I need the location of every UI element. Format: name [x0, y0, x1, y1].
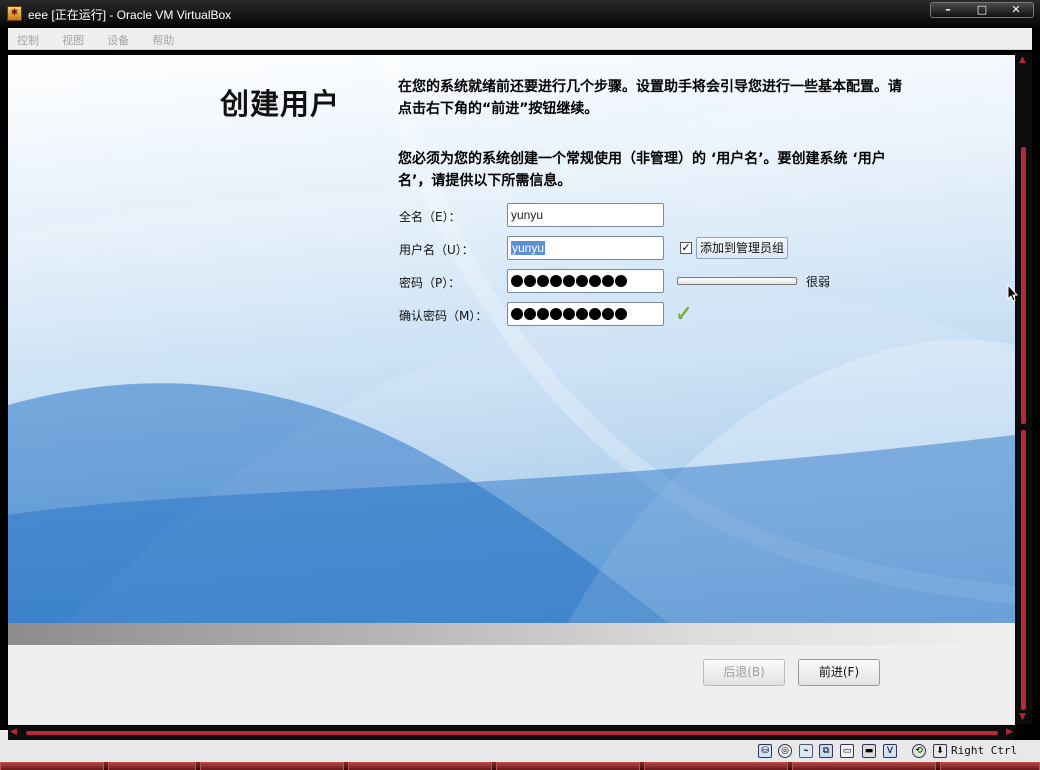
taskbar-item[interactable]: [108, 762, 196, 770]
taskbar-item[interactable]: [644, 762, 788, 770]
confirm-password-mask: [511, 308, 628, 320]
title-bar: ✱ eee [正在运行] - Oracle VM VirtualBox – □ …: [0, 0, 1040, 28]
host-taskbar: [0, 762, 1040, 770]
confirm-password-dot: [615, 308, 627, 320]
window-controls: – □ ✕: [930, 2, 1034, 18]
fullname-field[interactable]: yunyu: [507, 203, 664, 227]
password-strength-bar: [677, 277, 797, 285]
confirm-password-field[interactable]: [507, 302, 664, 326]
harddisk-icon[interactable]: ⛁: [758, 744, 772, 758]
fullname-label: 全名（E）：: [399, 210, 461, 224]
menu-control[interactable]: 控制: [17, 32, 39, 48]
page-title: 创建用户: [220, 87, 341, 121]
password-dot: [550, 275, 562, 287]
scroll-right-icon[interactable]: ▶: [1006, 727, 1013, 737]
minimize-icon[interactable]: –: [931, 3, 965, 17]
forward-button[interactable]: 前进(F): [798, 659, 880, 686]
confirm-password-dot: [524, 308, 536, 320]
host-key-label: Right Ctrl: [951, 744, 1018, 757]
horizontal-scroll-thumb[interactable]: [26, 731, 998, 735]
scroll-left-icon[interactable]: ◀: [10, 727, 17, 737]
password-match-check-icon: ✓: [675, 301, 693, 325]
taskbar-item[interactable]: [940, 762, 1040, 770]
shared-folder-icon[interactable]: ▭: [840, 744, 854, 758]
wizard-button-area: 后退(B) 前进(F): [8, 645, 1015, 725]
scroll-down-icon[interactable]: ▼: [1019, 712, 1026, 722]
password-dot: [576, 275, 588, 287]
admin-group-label[interactable]: 添加到管理员组: [696, 237, 789, 259]
fullname-value: yunyu: [511, 208, 544, 222]
mouse-cursor-icon: [1007, 284, 1019, 302]
keyboard-capture-icon[interactable]: ⬇: [933, 744, 947, 758]
confirm-password-dot: [602, 308, 614, 320]
taskbar-item[interactable]: [792, 762, 936, 770]
frame-edge: [0, 730, 8, 740]
menu-view[interactable]: 视图: [62, 32, 84, 48]
optical-drive-icon[interactable]: ◎: [778, 744, 792, 758]
menu-bar: 控制 视图 设备 帮助: [8, 28, 1032, 50]
taskbar-item[interactable]: [348, 762, 492, 770]
username-field[interactable]: yunyu: [507, 236, 664, 260]
scroll-up-icon[interactable]: ▲: [1019, 55, 1026, 65]
vm-display[interactable]: 创建用户 在您的系统就绪前还要进行几个步骤。设置助手将会引导您进行一些基本配置。…: [8, 55, 1015, 623]
password-dot: [563, 275, 575, 287]
password-dot: [524, 275, 536, 287]
vertical-scroll-track[interactable]: [1021, 430, 1026, 710]
password-strength-label: 很弱: [806, 275, 831, 289]
password-dot: [602, 275, 614, 287]
close-icon[interactable]: ✕: [999, 3, 1033, 17]
password-dot: [589, 275, 601, 287]
password-dot: [615, 275, 627, 287]
confirm-password-dot: [563, 308, 575, 320]
maximize-icon[interactable]: □: [965, 3, 999, 17]
intro-text: 在您的系统就绪前还要进行几个步骤。设置助手将会引导您进行一些基本配置。请点击右下…: [398, 79, 902, 117]
username-label: 用户名（U）：: [399, 243, 474, 257]
admin-group-checkbox[interactable]: ✓: [680, 242, 692, 254]
menu-devices[interactable]: 设备: [107, 32, 129, 48]
confirm-password-label: 确认密码（M）：: [399, 309, 488, 323]
back-button[interactable]: 后退(B): [703, 659, 785, 686]
confirm-password-dot: [576, 308, 588, 320]
confirm-password-dot: [511, 308, 523, 320]
menu-help[interactable]: 帮助: [152, 32, 174, 48]
virtualization-icon[interactable]: V: [883, 744, 897, 758]
confirm-password-dot: [550, 308, 562, 320]
taskbar-item[interactable]: [496, 762, 640, 770]
username-value: yunyu: [511, 241, 546, 255]
network-icon[interactable]: ⧉: [819, 744, 833, 758]
vertical-scroll-thumb[interactable]: [1021, 147, 1026, 424]
taskbar-item[interactable]: [200, 762, 344, 770]
instruction-text: 您必须为您的系统创建一个常规使用（非管理）的 ‘用户名’。要创建系统 ‘用户名’…: [398, 151, 886, 189]
password-mask: [511, 275, 628, 287]
usb-icon[interactable]: ⌁: [799, 744, 813, 758]
virtualbox-app-icon[interactable]: ✱: [7, 6, 22, 21]
password-dot: [537, 275, 549, 287]
display-icon[interactable]: ▬: [862, 744, 876, 758]
divider-bar: [8, 623, 1015, 645]
password-dot: [511, 275, 523, 287]
horizontal-scrollbar[interactable]: ◀ ▶: [8, 726, 1015, 740]
status-bar: ⛁ ◎ ⌁ ⧉ ▭ ▬ V ⟲ ⬇ Right Ctrl: [0, 740, 1040, 762]
confirm-password-dot: [589, 308, 601, 320]
password-label: 密码（P）：: [399, 276, 461, 290]
confirm-password-dot: [537, 308, 549, 320]
vertical-scrollbar[interactable]: ▲ ▼: [1015, 52, 1032, 724]
password-field[interactable]: [507, 269, 664, 293]
taskbar-item[interactable]: [0, 762, 104, 770]
window-title: eee [正在运行] - Oracle VM VirtualBox: [28, 8, 232, 22]
background-wallpaper: [8, 55, 1015, 623]
mouse-integration-icon[interactable]: ⟲: [912, 744, 926, 758]
